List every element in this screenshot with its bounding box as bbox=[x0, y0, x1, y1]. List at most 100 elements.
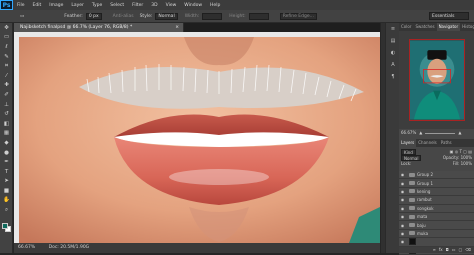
menu-layer[interactable]: Layer bbox=[67, 3, 88, 8]
document-tab[interactable]: Najibsketch finalpsd @ 66.7% (Layer 76, … bbox=[14, 23, 184, 32]
close-icon[interactable]: × bbox=[175, 23, 179, 32]
layer-row[interactable]: ◉ bbox=[399, 238, 474, 247]
style-select[interactable]: Normal bbox=[155, 12, 178, 20]
opacity-value[interactable]: 100% bbox=[461, 155, 472, 160]
marquee-tool-icon[interactable]: ▭ bbox=[0, 33, 13, 43]
color-swatches[interactable] bbox=[2, 223, 11, 232]
menu-type[interactable]: Type bbox=[88, 3, 106, 8]
fx-icon[interactable]: fx bbox=[439, 247, 443, 253]
folder-icon bbox=[409, 189, 415, 194]
menu-window[interactable]: Window bbox=[180, 3, 206, 8]
lock-label: Lock: bbox=[401, 161, 412, 166]
menu-edit[interactable]: Edit bbox=[29, 3, 46, 8]
portrait-artwork bbox=[19, 37, 380, 243]
zoom-in-icon[interactable]: ▲ bbox=[458, 129, 461, 137]
blur-icon[interactable]: ◆ bbox=[0, 138, 13, 148]
character-icon[interactable]: A bbox=[386, 59, 400, 71]
tab-histogram[interactable]: Histogram bbox=[460, 23, 474, 31]
menu-filter[interactable]: Filter bbox=[128, 3, 147, 8]
tab-swatches[interactable]: Swatches bbox=[413, 23, 436, 31]
path-select-icon[interactable]: ➤ bbox=[0, 177, 13, 187]
pen-tool-icon[interactable]: ✒ bbox=[0, 157, 13, 167]
menu-select[interactable]: Select bbox=[106, 3, 128, 8]
height-input[interactable] bbox=[248, 12, 269, 20]
mask-icon[interactable]: ◘ bbox=[446, 247, 449, 253]
fill-value[interactable]: 100% bbox=[461, 161, 472, 166]
eye-icon[interactable]: ◉ bbox=[399, 231, 406, 236]
eye-icon[interactable]: ◉ bbox=[399, 181, 406, 186]
history-brush-icon[interactable]: ↺ bbox=[0, 109, 13, 119]
menu-3d[interactable]: 3D bbox=[147, 3, 161, 8]
folder-icon bbox=[409, 172, 415, 177]
history-icon[interactable]: ≡ bbox=[386, 23, 400, 35]
image-canvas[interactable] bbox=[19, 37, 380, 243]
crop-tool-icon[interactable]: ⌗ bbox=[0, 61, 13, 71]
layer-row[interactable]: ◉ Group 2 bbox=[399, 171, 474, 180]
new-layer-icon[interactable]: ▢ bbox=[459, 247, 463, 253]
menu-file[interactable]: File bbox=[13, 3, 29, 8]
layer-row[interactable]: ◉ mata bbox=[399, 212, 474, 222]
menu-image[interactable]: Image bbox=[45, 3, 67, 8]
layer-row[interactable]: ◉ rambut bbox=[399, 196, 474, 205]
tab-channels[interactable]: Channels bbox=[416, 139, 439, 147]
gradient-icon[interactable]: ▦ bbox=[0, 129, 13, 139]
trash-icon[interactable]: ⌫ bbox=[465, 247, 471, 253]
lasso-tool-icon[interactable]: ℓ bbox=[0, 42, 13, 52]
clone-stamp-icon[interactable]: ⊥ bbox=[0, 100, 13, 110]
paragraph-icon[interactable]: ¶ bbox=[386, 71, 400, 83]
workspace-select[interactable]: Essentials bbox=[429, 12, 469, 20]
properties-icon[interactable]: ▤ bbox=[386, 35, 400, 47]
new-group-icon[interactable]: ▭ bbox=[452, 247, 456, 253]
zoom-slider[interactable] bbox=[425, 132, 456, 134]
eye-icon[interactable]: ◉ bbox=[399, 214, 406, 219]
eyedropper-icon[interactable]: ⁄ bbox=[0, 71, 13, 81]
feather-input[interactable]: 0 px bbox=[85, 12, 102, 20]
tab-navigator[interactable]: Navigator bbox=[436, 23, 461, 31]
marquee-tool-icon[interactable]: ▭ bbox=[20, 14, 24, 19]
tab-paths[interactable]: Paths bbox=[439, 139, 454, 147]
layer-name: muka bbox=[417, 230, 429, 236]
eye-icon[interactable]: ◉ bbox=[399, 189, 406, 194]
status-bar: 66.67% Doc: 20.5M/1.90G bbox=[14, 243, 380, 253]
brush-tool-icon[interactable]: ✐ bbox=[0, 90, 13, 100]
foreground-color[interactable] bbox=[2, 223, 8, 229]
zoom-readout[interactable]: 66.67% bbox=[18, 245, 35, 250]
adjustments-icon[interactable]: ◐ bbox=[386, 47, 400, 59]
layer-row[interactable]: ◉ songkok bbox=[399, 204, 474, 213]
layer-row[interactable]: ◉ baju bbox=[399, 221, 474, 230]
eye-icon[interactable]: ◉ bbox=[399, 197, 406, 202]
shape-tool-icon[interactable]: ■ bbox=[0, 186, 13, 196]
refine-edge-button[interactable]: Refine Edge... bbox=[279, 12, 317, 20]
menu-view[interactable]: View bbox=[162, 3, 181, 8]
tab-color[interactable]: Color bbox=[399, 23, 413, 31]
navigator-preview[interactable] bbox=[399, 31, 474, 129]
document-title: Najibsketch finalpsd @ 66.7% (Layer 76, … bbox=[20, 25, 133, 30]
antialias-checkbox[interactable]: Anti-alias bbox=[113, 14, 134, 19]
eye-icon[interactable]: ◉ bbox=[399, 172, 406, 177]
link-icon[interactable]: ∞ bbox=[432, 247, 435, 253]
eye-icon[interactable]: ◉ bbox=[399, 223, 406, 228]
move-tool-icon[interactable]: ✥ bbox=[0, 23, 13, 33]
hand-tool-icon[interactable]: ✋ bbox=[0, 196, 13, 206]
width-input[interactable] bbox=[202, 12, 223, 20]
panel-dock: ≡ ▤ ◐ A ¶ bbox=[385, 23, 399, 253]
document-window: Najibsketch finalpsd @ 66.7% (Layer 76, … bbox=[14, 23, 380, 253]
healing-brush-icon[interactable]: ✚ bbox=[0, 81, 13, 91]
nav-zoom-value[interactable]: 66.67% bbox=[401, 129, 416, 137]
zoom-tool-icon[interactable]: ⌕ bbox=[0, 205, 13, 215]
eye-icon[interactable]: ◉ bbox=[399, 206, 406, 211]
layer-thumbnail bbox=[409, 238, 416, 246]
zoom-out-icon[interactable]: ▲ bbox=[419, 129, 422, 137]
layer-row[interactable]: ◉ Group 1 bbox=[399, 179, 474, 188]
right-panels: Color Swatches Navigator Histogram 66.67… bbox=[399, 23, 474, 255]
layer-row[interactable]: ◉ muka bbox=[399, 229, 474, 239]
menu-help[interactable]: Help bbox=[206, 3, 224, 8]
options-bar: ▭ Feather: 0 px Anti-alias Style: Normal… bbox=[0, 10, 474, 23]
type-tool-icon[interactable]: T bbox=[0, 167, 13, 177]
tab-layers[interactable]: Layers bbox=[399, 139, 417, 147]
quick-select-icon[interactable]: ✎ bbox=[0, 52, 13, 62]
layer-row[interactable]: ◉ kening bbox=[399, 187, 474, 197]
dodge-icon[interactable]: ● bbox=[0, 148, 13, 158]
eye-icon[interactable]: ◉ bbox=[399, 239, 406, 244]
eraser-icon[interactable]: ◧ bbox=[0, 119, 13, 129]
